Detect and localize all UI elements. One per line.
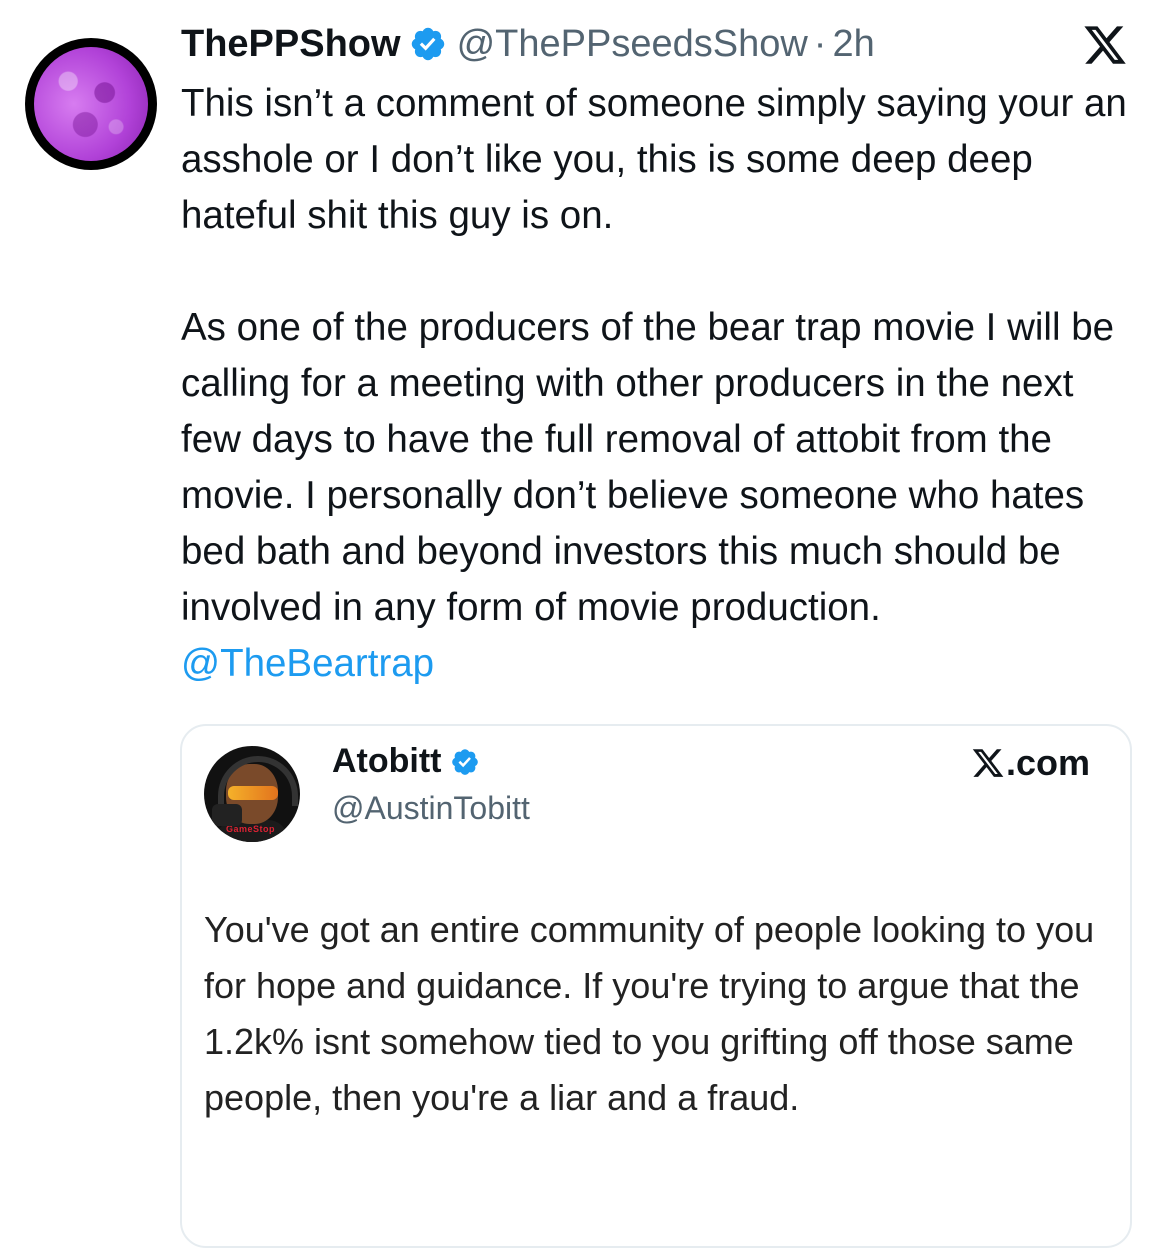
quoted-display-name[interactable]: Atobitt	[332, 742, 442, 781]
verified-badge-icon	[411, 27, 444, 61]
tweet-body: This isn’t a comment of someone simply s…	[181, 76, 1131, 692]
mention-link[interactable]: @TheBeartrap	[181, 642, 434, 685]
sunglasses-icon	[228, 786, 278, 800]
tweet: ThePPShow @ThePPseedsShow · 2h This isn’…	[0, 0, 1158, 1248]
microphone-icon	[212, 804, 242, 826]
tweet-paragraph-1: This isn’t a comment of someone simply s…	[181, 82, 1127, 237]
tweet-timestamp[interactable]: 2h	[832, 23, 874, 66]
x-logo-icon	[1084, 26, 1126, 64]
quoted-tweet-text: You've got an entire community of people…	[204, 909, 1095, 1118]
author-handle[interactable]: @ThePPseedsShow	[457, 23, 808, 66]
quoted-name-row: Atobitt	[332, 742, 480, 781]
author-avatar[interactable]	[25, 38, 157, 170]
quoted-source-label: .com	[971, 742, 1090, 784]
moon-avatar-image	[34, 47, 148, 161]
author-display-name[interactable]: ThePPShow	[181, 23, 401, 66]
x-logo-icon	[972, 749, 1004, 777]
quoted-handle[interactable]: @AustinTobitt	[332, 790, 530, 827]
quoted-tweet-card[interactable]: GameStop Atobitt @AustinTobitt .com You'…	[180, 724, 1132, 1248]
quoted-source-text: .com	[1005, 742, 1090, 783]
tweet-header: ThePPShow @ThePPseedsShow · 2h	[181, 16, 875, 72]
quoted-author-avatar[interactable]: GameStop	[204, 746, 300, 842]
verified-badge-icon	[451, 748, 478, 775]
tweet-paragraph-2-text: As one of the producers of the bear trap…	[181, 306, 1115, 629]
separator-dot: ·	[813, 22, 827, 65]
tweet-paragraph-2: As one of the producers of the bear trap…	[181, 300, 1131, 692]
